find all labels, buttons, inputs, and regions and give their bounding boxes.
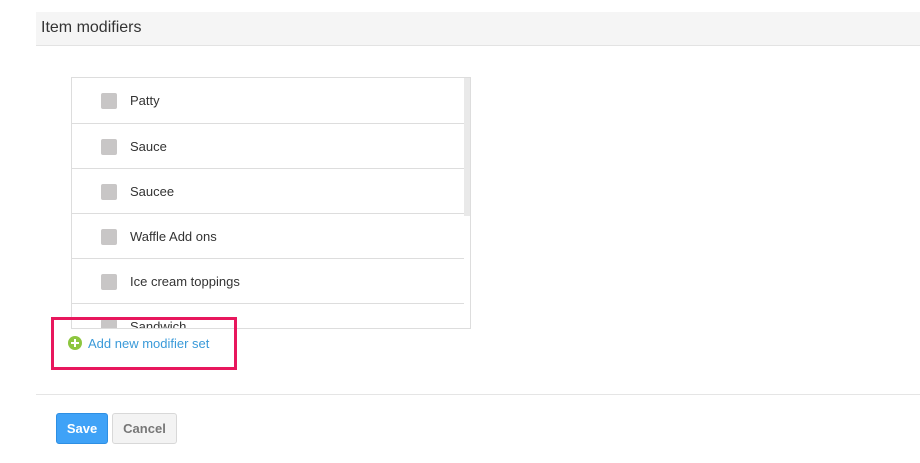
modifier-label[interactable]: Ice cream toppings [130,274,240,289]
modifier-item-sauce[interactable]: Sauce [72,124,465,169]
checkbox[interactable] [101,184,117,200]
modifier-list: Patty Sauce Saucee Waffle Add ons Ice cr… [71,77,471,329]
plus-circle-icon [68,336,82,350]
modifier-list-items: Patty Sauce Saucee Waffle Add ons Ice cr… [72,78,465,328]
scrollbar-track[interactable] [464,78,470,328]
section-title: Item modifiers [41,19,142,36]
section-header: Item modifiers [36,12,920,46]
modifier-item-patty[interactable]: Patty [72,78,465,124]
modifier-label[interactable]: Saucee [130,184,174,199]
cancel-button[interactable]: Cancel [112,413,177,444]
modifier-label[interactable]: Waffle Add ons [130,229,217,244]
save-button[interactable]: Save [56,413,108,444]
modifier-label[interactable]: Patty [130,93,160,108]
checkbox[interactable] [101,229,117,245]
checkbox[interactable] [101,93,117,109]
scrollbar-thumb[interactable] [464,78,470,216]
modifier-label[interactable]: Sandwich [130,319,186,328]
checkbox[interactable] [101,139,117,155]
add-modifier-set-link[interactable]: Add new modifier set [68,334,209,352]
checkbox[interactable] [101,319,117,328]
checkbox[interactable] [101,274,117,290]
modifier-item-ice-cream-toppings[interactable]: Ice cream toppings [72,259,465,304]
modifier-item-waffle-add-ons[interactable]: Waffle Add ons [72,214,465,259]
divider [36,394,920,395]
modifier-item-sandwich[interactable]: Sandwich [72,304,465,328]
add-modifier-set-label[interactable]: Add new modifier set [88,336,209,351]
modifier-label[interactable]: Sauce [130,139,167,154]
modifier-item-saucee[interactable]: Saucee [72,169,465,214]
